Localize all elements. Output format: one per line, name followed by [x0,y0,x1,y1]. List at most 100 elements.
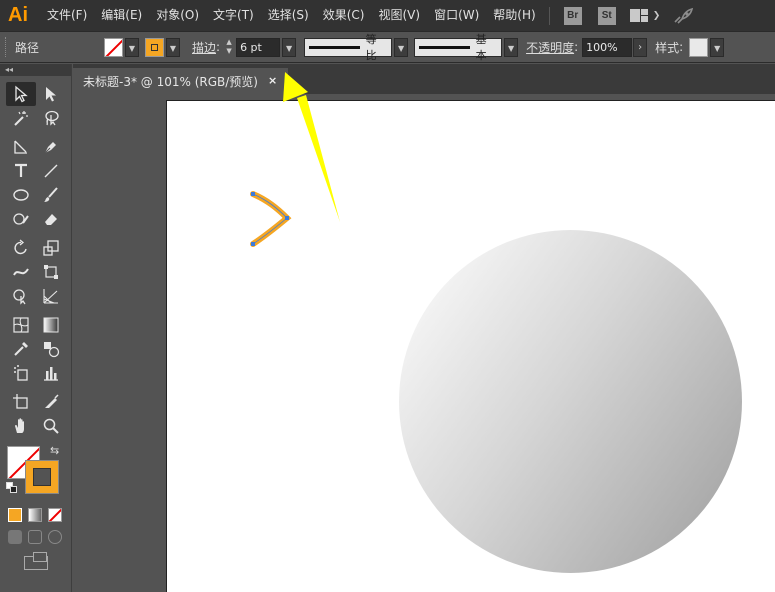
arrange-documents-icon [629,8,648,23]
menu-help[interactable]: 帮助(H) [486,0,542,31]
perspective-grid-tool[interactable] [36,284,66,308]
panel-collapse-button[interactable]: ◂◂ [0,64,71,76]
brush-preview [419,45,470,49]
column-graph-tool[interactable] [36,361,66,385]
lasso-tool[interactable] [36,106,66,130]
paintbrush-tool[interactable] [36,183,66,207]
rocket-icon [674,7,694,24]
mesh-tool[interactable] [6,313,36,337]
blend-tool[interactable] [36,337,66,361]
curvature-tool[interactable] [36,135,66,159]
pen-tool[interactable] [6,135,36,159]
stroke-weight-stepper[interactable]: ▲ ▼ [222,38,236,57]
stroke-label[interactable]: 描边 [192,39,216,56]
free-transform-tool[interactable] [36,260,66,284]
menu-type[interactable]: 文字(T) [206,0,261,31]
selection-arrow-icon [15,85,28,103]
fill-dropdown[interactable]: ▼ [125,37,139,57]
ellipse-tool[interactable] [6,183,36,207]
anchor-point[interactable] [285,216,289,220]
swap-fill-stroke-icon[interactable]: ⇆ [50,444,59,457]
rotate-tool[interactable] [6,236,36,260]
none-mode-button[interactable] [48,508,62,522]
draw-inside-button[interactable] [48,530,62,544]
tools-panel: ◂◂ ⇆ [0,64,72,592]
menu-file[interactable]: 文件(F) [40,0,94,31]
menu-edit[interactable]: 编辑(E) [94,0,149,31]
stroke-swatch[interactable] [25,460,59,494]
change-screen-mode-button[interactable] [24,552,48,570]
zoom-tool[interactable] [36,414,66,438]
hand-tool[interactable] [6,414,36,438]
menu-effect[interactable]: 效果(C) [316,0,372,31]
opacity-arrow-button[interactable]: › [633,37,648,57]
direct-selection-arrow-icon [46,87,56,102]
slice-knife-icon [45,394,59,408]
stock-button[interactable]: St [597,6,616,25]
stroke-weight-input[interactable]: 6 pt [236,37,281,57]
magic-wand-tool[interactable] [6,106,36,130]
artboard[interactable] [166,100,775,592]
menu-items: 文件(F) 编辑(E) 对象(O) 文字(T) 选择(S) 效果(C) 视图(V… [40,0,543,31]
menu-object[interactable]: 对象(O) [149,0,206,31]
rotate-icon [14,239,27,255]
gradient-tool[interactable] [36,313,66,337]
type-tool[interactable] [6,159,36,183]
menu-view[interactable]: 视图(V) [371,0,427,31]
line-segment-icon [44,164,58,178]
symbol-sprayer-tool[interactable] [6,361,36,385]
graphic-style-swatch[interactable] [689,37,709,57]
menu-window[interactable]: 窗口(W) [427,0,486,31]
gradient-icon [43,317,59,333]
scale-tool[interactable] [36,236,66,260]
opacity-input[interactable]: 100% [582,37,633,57]
artboard-tool[interactable] [6,390,36,414]
pen-icon [14,140,27,154]
brush-definition-select[interactable]: 基本 [414,33,503,62]
magnifier-icon [43,418,59,434]
paintbrush-icon [44,187,58,202]
bridge-button[interactable]: Br [563,6,582,25]
type-t-icon [15,163,27,177]
color-mode-button[interactable] [8,508,22,522]
draw-behind-button[interactable] [28,530,42,544]
default-fill-stroke-icon[interactable] [6,482,18,494]
gpu-performance-button[interactable] [672,7,694,25]
document-tab[interactable]: 未标题-3* @ 101% (RGB/预览) × [73,68,288,94]
curvature-pen-icon [44,142,56,154]
perspective-grid-icon [43,289,58,304]
variable-width-profile-select[interactable]: 等比 [304,33,393,62]
anchor-point[interactable] [251,192,255,196]
stroke-weight-dropdown[interactable]: ▼ [282,37,297,57]
blend-icon [44,342,60,358]
menu-select[interactable]: 选择(S) [261,0,316,31]
opacity-label[interactable]: 不透明度 [526,39,574,56]
artboard-icon [13,394,28,409]
workspace-layout-button[interactable]: ❯ [629,8,661,23]
shaper-tool[interactable] [6,207,36,231]
stroke-dropdown[interactable]: ▼ [166,37,180,57]
stroke-color-swatch[interactable] [145,37,164,57]
slice-tool[interactable] [36,390,66,414]
close-tab-icon[interactable]: × [268,74,277,87]
gradient-mode-button[interactable] [28,508,42,522]
brush-dropdown[interactable]: ▼ [504,37,519,57]
selection-tool[interactable] [6,82,36,106]
width-tool[interactable] [6,260,36,284]
style-dropdown[interactable]: ▼ [710,37,725,57]
selected-path[interactable] [247,186,297,256]
gradient-circle[interactable] [399,230,742,573]
canvas-area[interactable] [73,94,775,592]
anchor-point[interactable] [251,242,255,246]
eraser-tool[interactable] [36,207,66,231]
free-transform-icon [44,265,58,279]
draw-mode-row [8,530,71,544]
eyedropper-tool[interactable] [6,337,36,361]
draw-normal-button[interactable] [8,530,22,544]
chevron-down-icon: ❯ [652,10,661,21]
shape-builder-tool[interactable] [6,284,36,308]
profile-dropdown[interactable]: ▼ [394,37,409,57]
line-segment-tool[interactable] [36,159,66,183]
direct-selection-tool[interactable] [36,82,66,106]
fill-color-swatch[interactable] [104,37,123,57]
